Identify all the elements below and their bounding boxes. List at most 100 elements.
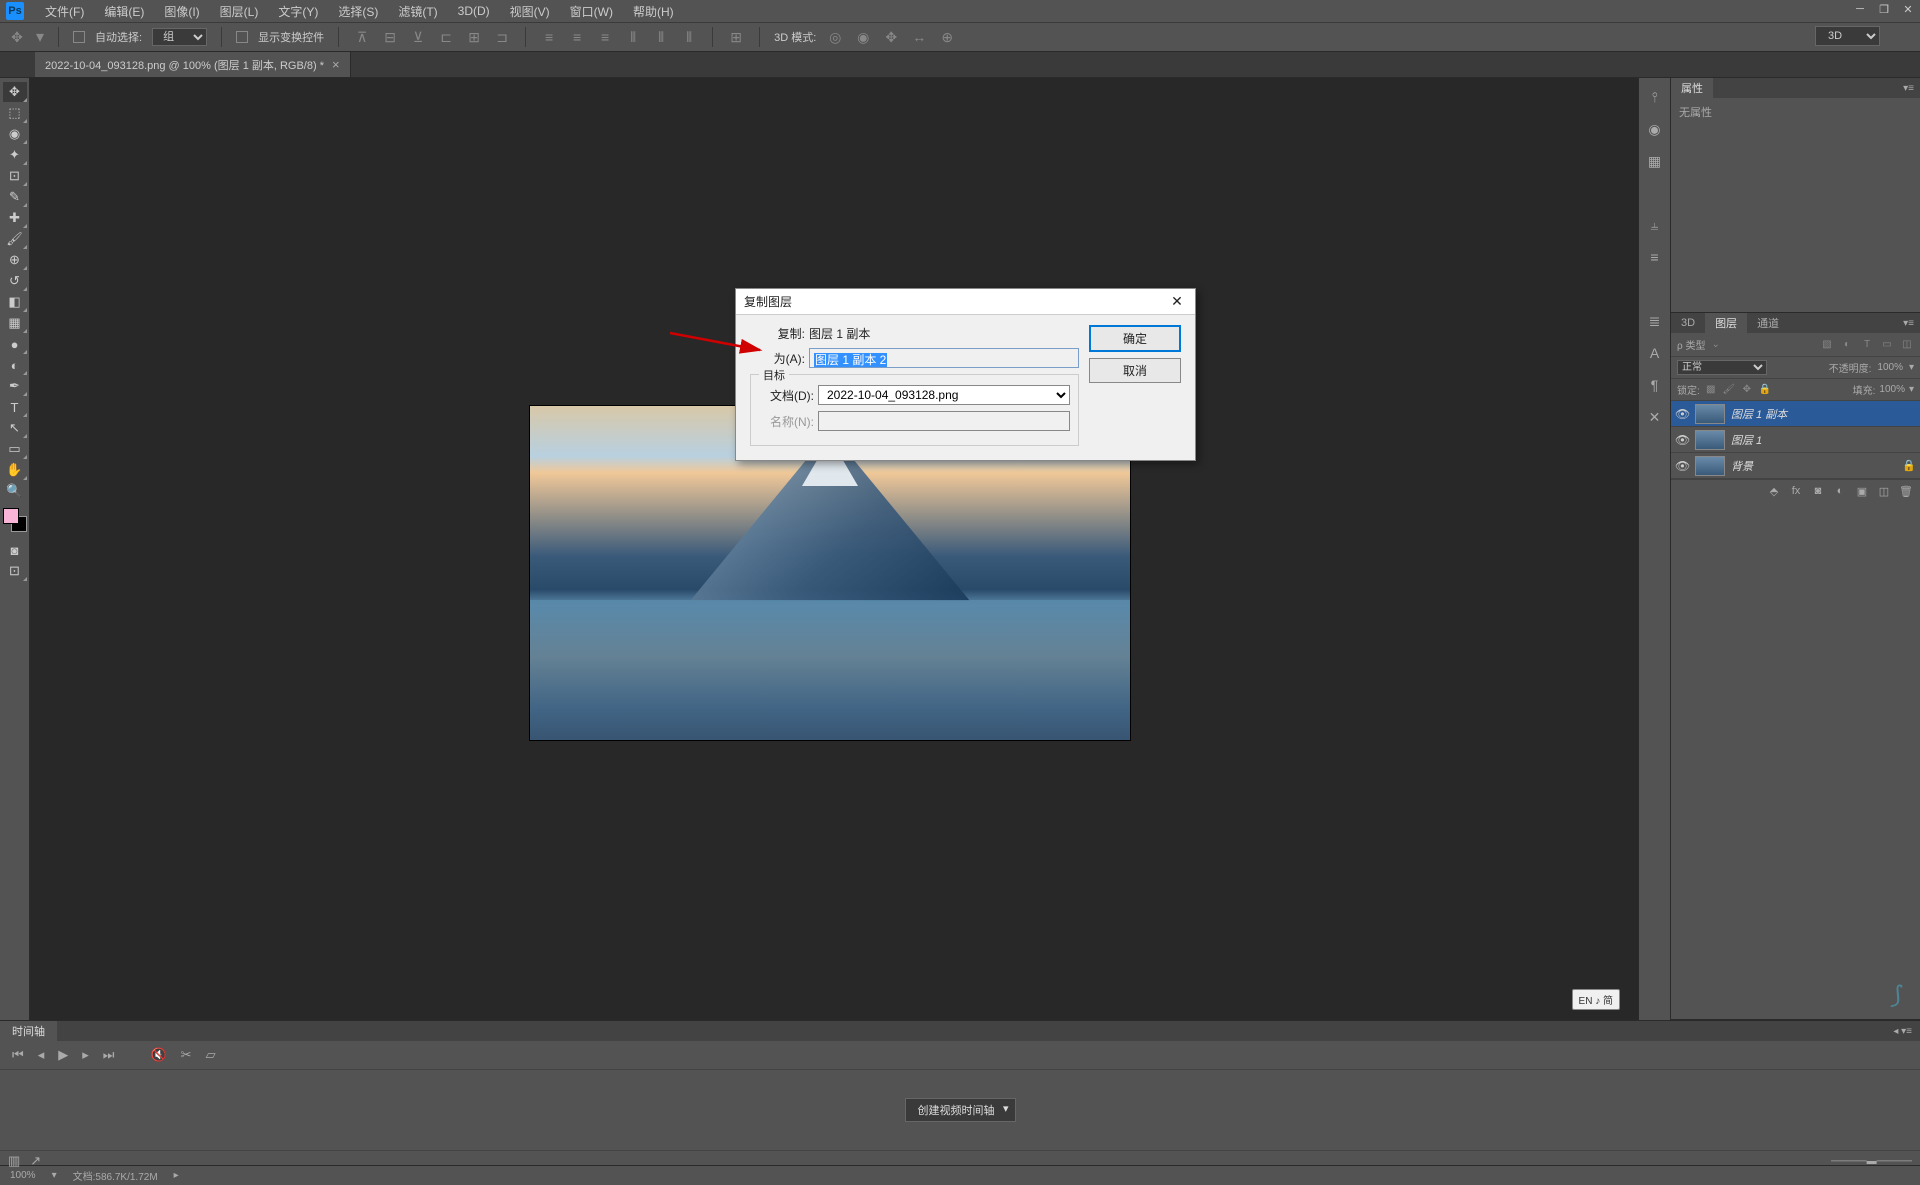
brush-tool[interactable]: 🖌 <box>3 229 27 249</box>
eyedropper-tool[interactable]: ✎ <box>3 187 27 207</box>
pan-icon[interactable]: ✥ <box>882 28 900 46</box>
tl-convert-icon[interactable]: ↗ <box>30 1153 41 1169</box>
adjustment-layer-icon[interactable]: ◐ <box>1832 484 1848 498</box>
distribute-2-icon[interactable]: ≡ <box>568 28 586 46</box>
maximize-button[interactable]: ❐ <box>1872 0 1896 18</box>
orbit-icon[interactable]: ◎ <box>826 28 844 46</box>
show-transform-checkbox[interactable] <box>236 31 248 43</box>
distribute-3-icon[interactable]: ≡ <box>596 28 614 46</box>
menu-3d[interactable]: 3D(D) <box>448 4 500 18</box>
layers-panel-menu-icon[interactable]: ▾≡ <box>1897 313 1920 333</box>
first-frame-icon[interactable]: ⏮ <box>12 1047 24 1063</box>
create-timeline-button[interactable]: 创建视频时间轴 <box>905 1098 1016 1122</box>
3d-dropdown[interactable]: 3D <box>1815 26 1880 46</box>
3d-tab[interactable]: 3D <box>1671 313 1705 333</box>
zoom3d-icon[interactable]: ⊕ <box>938 28 956 46</box>
path-select-tool[interactable]: ↖ <box>3 418 27 438</box>
transition-icon[interactable]: ▱ <box>206 1047 216 1063</box>
visibility-icon[interactable]: 👁 <box>1675 459 1689 473</box>
prev-frame-icon[interactable]: ◂ <box>38 1047 45 1063</box>
menu-select[interactable]: 选择(S) <box>328 3 388 20</box>
group-icon[interactable]: ▣ <box>1854 484 1870 498</box>
distribute-6-icon[interactable]: ⦀ <box>680 28 698 46</box>
lock-position-icon[interactable]: ✥ <box>1740 383 1754 397</box>
blend-mode-select[interactable]: 正常 <box>1677 360 1767 375</box>
align-top-icon[interactable]: ⊼ <box>353 28 371 46</box>
menu-help[interactable]: 帮助(H) <box>623 3 684 20</box>
new-layer-icon[interactable]: ◫ <box>1876 484 1892 498</box>
layer-row[interactable]: 👁图层 1 副本 <box>1671 401 1920 427</box>
menu-window[interactable]: 窗口(W) <box>560 3 623 20</box>
zoom-tool[interactable]: 🔍 <box>3 481 27 501</box>
menu-file[interactable]: 文件(F) <box>35 3 94 20</box>
tl-mode-icon[interactable]: ▥ <box>8 1153 20 1169</box>
layer-mask-icon[interactable]: ◙ <box>1810 484 1826 498</box>
auto-select-type[interactable]: 组 <box>152 28 207 46</box>
eraser-tool[interactable]: ◧ <box>3 292 27 312</box>
histogram-icon[interactable]: ⫯ <box>1645 88 1665 106</box>
distribute-1-icon[interactable]: ≡ <box>540 28 558 46</box>
ime-indicator[interactable]: EN ♪ 简 <box>1572 989 1620 1010</box>
panel-menu-icon[interactable]: ▾≡ <box>1897 78 1920 98</box>
lock-pixels-icon[interactable]: 🖌 <box>1722 383 1736 397</box>
fill-value[interactable]: 100% <box>1879 384 1905 395</box>
layer-fx-icon[interactable]: fx <box>1788 484 1804 498</box>
adjustments-icon[interactable]: ⫨ <box>1645 216 1665 234</box>
pen-tool[interactable]: ✒ <box>3 376 27 396</box>
menu-filter[interactable]: 滤镜(T) <box>388 3 447 20</box>
dialog-titlebar[interactable]: 复制图层 ✕ <box>736 289 1195 315</box>
tab-close-icon[interactable]: × <box>332 57 340 72</box>
auto-align-icon[interactable]: ⊞ <box>727 28 745 46</box>
auto-select-checkbox[interactable] <box>73 31 85 43</box>
foreground-color[interactable] <box>3 508 19 524</box>
roll-icon[interactable]: ◉ <box>854 28 872 46</box>
zoom-value[interactable]: 100% <box>10 1170 36 1181</box>
delete-layer-icon[interactable]: 🗑 <box>1898 484 1914 498</box>
shape-tool[interactable]: ▭ <box>3 439 27 459</box>
quickmask-tool[interactable]: ◙ <box>3 540 27 560</box>
marquee-tool[interactable]: ⬚ <box>3 103 27 123</box>
align-right-icon[interactable]: ⊐ <box>493 28 511 46</box>
layer-row[interactable]: 👁背景🔒 <box>1671 453 1920 479</box>
doc-select[interactable]: 2022-10-04_093128.png <box>818 385 1070 405</box>
split-icon[interactable]: ✂ <box>181 1047 192 1063</box>
document-tab[interactable]: 2022-10-04_093128.png @ 100% (图层 1 副本, R… <box>35 52 351 77</box>
move-tool[interactable]: ✥ <box>3 82 27 102</box>
hand-tool[interactable]: ✋ <box>3 460 27 480</box>
align-bottom-icon[interactable]: ⊻ <box>409 28 427 46</box>
paragraph-icon[interactable]: ¶ <box>1645 376 1665 394</box>
canvas[interactable] <box>30 78 1638 1020</box>
color-swatches[interactable] <box>3 508 27 532</box>
styles-icon[interactable]: ≡ <box>1645 248 1665 266</box>
character-icon[interactable]: A <box>1645 344 1665 362</box>
minimize-button[interactable]: ─ <box>1848 0 1872 18</box>
type-tool[interactable]: T <box>3 397 27 417</box>
link-layers-icon[interactable]: ⬘ <box>1766 484 1782 498</box>
history-icon[interactable]: ≣ <box>1645 312 1665 330</box>
dodge-tool[interactable]: ◐ <box>3 355 27 375</box>
distribute-5-icon[interactable]: ⦀ <box>652 28 670 46</box>
menu-type[interactable]: 文字(Y) <box>268 3 328 20</box>
audio-icon[interactable]: 🔇 <box>150 1047 166 1063</box>
opacity-value[interactable]: 100% <box>1877 362 1903 373</box>
distribute-4-icon[interactable]: ⦀ <box>624 28 642 46</box>
align-vcenter-icon[interactable]: ⊟ <box>381 28 399 46</box>
swatches-icon[interactable]: ▦ <box>1645 152 1665 170</box>
close-button[interactable]: ✕ <box>1896 0 1920 18</box>
menu-view[interactable]: 视图(V) <box>500 3 560 20</box>
lock-all-icon[interactable]: 🔒 <box>1758 383 1772 397</box>
crop-tool[interactable]: ⊡ <box>3 166 27 186</box>
next-frame-icon[interactable]: ▸ <box>82 1047 89 1063</box>
wand-tool[interactable]: ✦ <box>3 145 27 165</box>
history-brush-tool[interactable]: ↺ <box>3 271 27 291</box>
menu-edit[interactable]: 编辑(E) <box>94 3 154 20</box>
blur-tool[interactable]: ● <box>3 334 27 354</box>
menu-image[interactable]: 图像(I) <box>154 3 209 20</box>
menu-layer[interactable]: 图层(L) <box>210 3 269 20</box>
properties-tab[interactable]: 属性 <box>1671 78 1713 98</box>
last-frame-icon[interactable]: ⏭ <box>103 1047 115 1063</box>
visibility-icon[interactable]: 👁 <box>1675 407 1689 421</box>
slide-icon[interactable]: ↔ <box>910 28 928 46</box>
gradient-tool[interactable]: ▦ <box>3 313 27 333</box>
filter-adjust-icon[interactable]: ◐ <box>1840 338 1854 352</box>
